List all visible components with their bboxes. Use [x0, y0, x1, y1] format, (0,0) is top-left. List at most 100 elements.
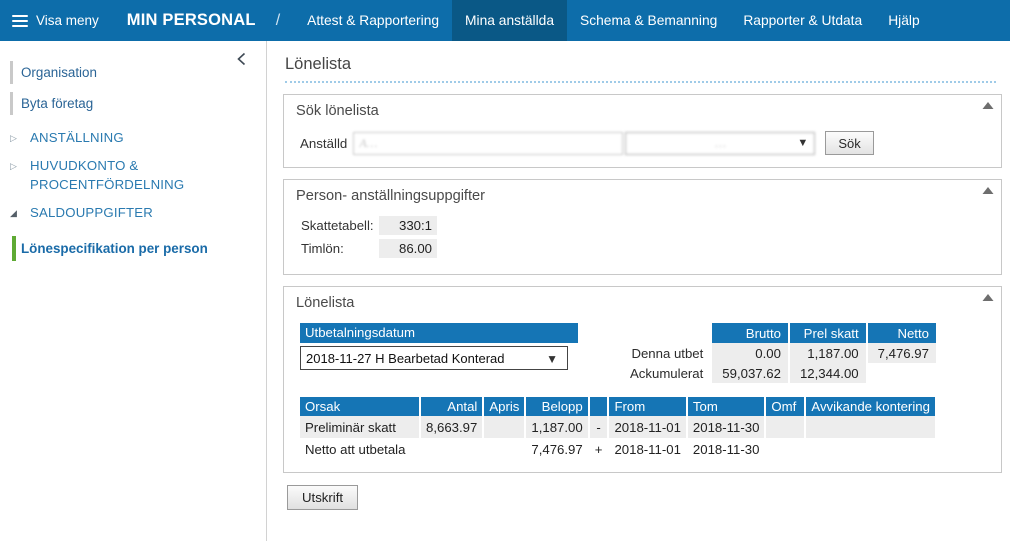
- cell-antal: [420, 438, 485, 460]
- summary-cell-netto: [867, 363, 937, 383]
- cell-belopp: 7,476.97: [525, 438, 590, 460]
- lonelista-summary-area: Utbetalningsdatum 2018-11-27 H Bearbetad…: [296, 323, 989, 383]
- main-content: Lönelista Sök lönelista Anställd … ▼ Sök: [267, 41, 1010, 541]
- cell-from: 2018-11-01: [608, 416, 688, 438]
- chevron-down-icon: ◢: [10, 208, 18, 219]
- table-row: Netto att utbetala 7,476.97 + 2018-11-01…: [300, 438, 937, 460]
- employee-search-input[interactable]: [353, 131, 624, 155]
- payment-date-select[interactable]: 2018-11-27 H Bearbetad Konterad: [300, 346, 568, 370]
- sidebar-group-saldouppgifter[interactable]: ◢ SALDOUPPGIFTER: [0, 203, 266, 222]
- summary-row-ackumulerat: Ackumulerat 59,037.62 12,344.00: [620, 363, 937, 383]
- summary-col-brutto: Brutto: [712, 323, 790, 343]
- cell-omf: [765, 438, 807, 460]
- detail-col-avvikande-kontering: Avvikande kontering: [805, 397, 937, 416]
- nav-tab-mina-anstallda[interactable]: Mina anställda: [452, 0, 568, 41]
- employee-label: Anställd: [300, 135, 348, 151]
- cell-kontering: [805, 416, 937, 438]
- panel-collapse-icon[interactable]: [981, 292, 995, 304]
- cell-orsak: Preliminär skatt: [300, 416, 421, 438]
- detail-table: Orsak Antal Apris Belopp From Tom Omf Av…: [300, 397, 937, 460]
- search-panel: Sök lönelista Anställd … ▼ Sök: [283, 94, 1002, 168]
- lonelista-panel-title: Lönelista: [296, 295, 355, 311]
- cell-sign: -: [588, 416, 610, 438]
- search-button[interactable]: Sök: [825, 131, 874, 155]
- summary-cell-brutto: 0.00: [712, 343, 790, 363]
- chevron-right-icon: ▷: [10, 133, 18, 143]
- sidebar-group-anstallning[interactable]: ▷ ANSTÄLLNING: [0, 128, 266, 147]
- summary-row-denna-utbet: Denna utbet 0.00 1,187.00 7,476.97: [620, 343, 938, 363]
- summary-cell-prel-skatt: 1,187.00: [788, 343, 868, 363]
- cell-orsak: Netto att utbetala: [300, 438, 421, 460]
- cell-tom: 2018-11-30: [686, 416, 767, 438]
- lonelista-panel: Lönelista Utbetalningsdatum 2018-11-27 H…: [283, 286, 1002, 473]
- summary-row-label: Ackumulerat: [630, 365, 704, 381]
- info-value: 330:1: [379, 216, 437, 235]
- sidebar-item-label: Organisation: [21, 65, 97, 80]
- search-panel-title: Sök lönelista: [296, 103, 379, 119]
- person-info-panel: Person- anställningsuppgifter Skattetabe…: [283, 179, 1002, 275]
- period-select[interactable]: …: [625, 131, 816, 155]
- panel-collapse-icon[interactable]: [981, 185, 995, 197]
- detail-col-sign: [588, 397, 610, 416]
- sidebar-item-lonespecifikation-per-person[interactable]: Lönespecifikation per person: [0, 234, 266, 264]
- summary-table: Brutto Prel skatt Netto Denna utbet 0.00…: [620, 323, 938, 383]
- sidebar-group-label: SALDOUPPGIFTER: [30, 205, 153, 221]
- menu-toggle-label: Visa meny: [36, 13, 99, 28]
- info-row-skattetabell: Skattetabell: 330:1: [296, 216, 989, 235]
- brand-separator: /: [275, 11, 281, 29]
- sidebar-group-label: ANSTÄLLNING: [30, 130, 124, 145]
- payment-date-column: Utbetalningsdatum 2018-11-27 H Bearbetad…: [300, 323, 578, 370]
- nav-tab-attest-rapportering[interactable]: Attest & Rapportering: [294, 0, 452, 41]
- detail-col-from: From: [608, 397, 688, 416]
- nav-tab-hjalp[interactable]: Hjälp: [875, 0, 932, 41]
- detail-col-orsak: Orsak: [300, 397, 421, 416]
- sidebar-item-byta-foretag[interactable]: Byta företag: [0, 88, 266, 119]
- table-row: Preliminär skatt 8,663.97 1,187.00 - 201…: [300, 416, 937, 438]
- person-panel-title: Person- anställningsuppgifter: [296, 188, 486, 204]
- period-select-wrapper: … ▼: [623, 131, 816, 155]
- title-divider: [285, 81, 996, 83]
- summary-col-prel-skatt: Prel skatt: [788, 323, 868, 343]
- menu-toggle[interactable]: Visa meny: [0, 0, 113, 41]
- info-label: Skattetabell:: [301, 218, 374, 233]
- cell-omf: [765, 416, 807, 438]
- page-title: Lönelista: [285, 55, 352, 73]
- cell-sign: +: [588, 438, 610, 460]
- summary-col-netto: Netto: [866, 323, 938, 343]
- cell-belopp: 1,187.00: [525, 416, 590, 438]
- sidebar-item-label: Byta företag: [21, 96, 94, 111]
- cell-apris: [483, 438, 527, 460]
- cell-tom: 2018-11-30: [686, 438, 767, 460]
- info-label: Timlön:: [301, 241, 344, 256]
- detail-col-belopp: Belopp: [525, 397, 590, 416]
- detail-header-row: Orsak Antal Apris Belopp From Tom Omf Av…: [300, 397, 937, 416]
- chevron-right-icon: ▷: [10, 161, 18, 172]
- info-row-timlon: Timlön: 86.00: [296, 239, 989, 258]
- cell-from: 2018-11-01: [608, 438, 688, 460]
- sidebar: Organisation Byta företag ▷ ANSTÄLLNING …: [0, 41, 267, 541]
- info-value: 86.00: [379, 239, 437, 258]
- payment-date-header: Utbetalningsdatum: [300, 323, 578, 343]
- brand-title: MIN PERSONAL: [126, 11, 256, 29]
- cell-apris: [483, 416, 527, 438]
- summary-corner-cell: [620, 323, 712, 343]
- search-row: Anställd … ▼ Sök: [296, 131, 989, 155]
- summary-header-row: Brutto Prel skatt Netto: [620, 323, 938, 343]
- detail-col-antal: Antal: [420, 397, 485, 416]
- sidebar-item-label: Lönespecifikation per person: [21, 241, 208, 257]
- panel-collapse-icon[interactable]: [981, 100, 995, 112]
- sidebar-group-huvudkonto-procentfordelning[interactable]: ▷ HUVUDKONTO & PROCENTFÖRDELNING: [0, 156, 266, 194]
- detail-col-tom: Tom: [686, 397, 767, 416]
- print-button[interactable]: Utskrift: [287, 485, 359, 510]
- nav-tab-schema-bemanning[interactable]: Schema & Bemanning: [567, 0, 730, 41]
- sidebar-item-organisation[interactable]: Organisation: [0, 57, 266, 88]
- summary-cell-netto: 7,476.97: [866, 343, 938, 363]
- nav-tab-rapporter-utdata[interactable]: Rapporter & Utdata: [730, 0, 875, 41]
- cell-kontering: [805, 438, 937, 460]
- summary-cell-brutto: 59,037.62: [712, 363, 790, 383]
- summary-row-label: Denna utbet: [631, 345, 704, 361]
- summary-cell-prel-skatt: 12,344.00: [788, 363, 868, 383]
- print-button-area: Utskrift: [283, 485, 1002, 510]
- detail-col-omf: Omf: [765, 397, 807, 416]
- cell-antal: 8,663.97: [420, 416, 485, 438]
